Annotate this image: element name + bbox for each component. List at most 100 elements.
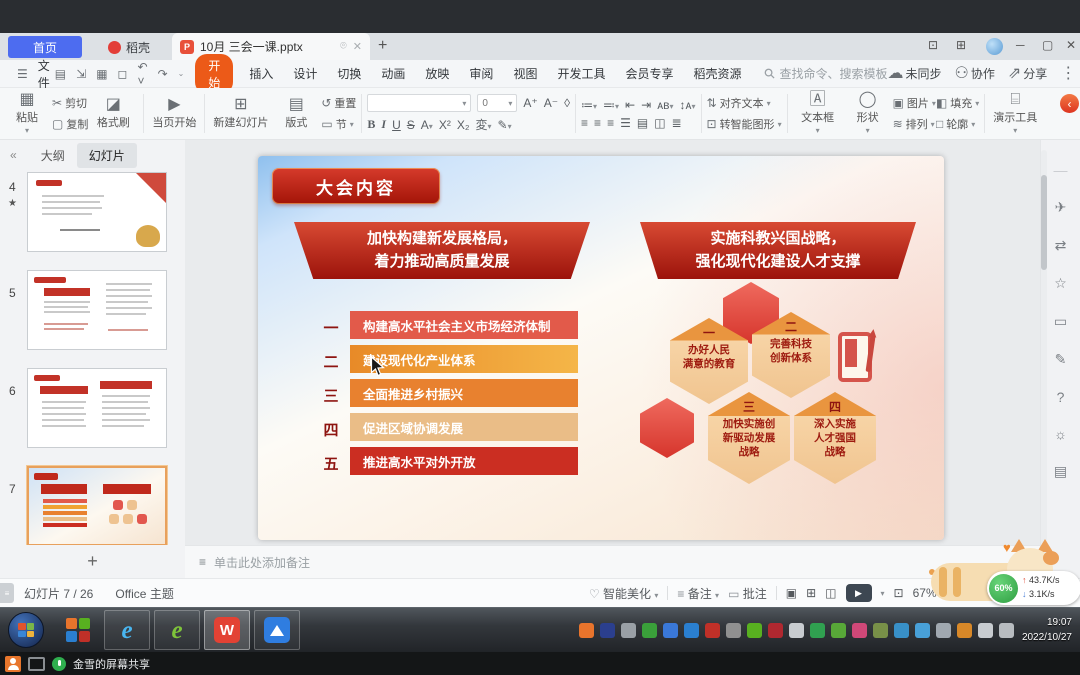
rail-cast-icon[interactable]: ▭ (1054, 313, 1067, 330)
sorter-view-icon[interactable]: ⊞ (806, 586, 816, 600)
list-item-3[interactable]: 全面推进乡村振兴 (350, 379, 578, 407)
close-button[interactable]: ✕ (1066, 38, 1076, 52)
decrease-indent-button[interactable]: ⇤ (625, 98, 635, 112)
comments-button[interactable]: ▭ 批注 (728, 585, 767, 602)
menu-tab-docer-res[interactable]: 稻壳资源 (693, 65, 741, 82)
layout-button[interactable]: ▤版式 (271, 90, 321, 137)
more-quick-icon[interactable]: ⌄ (178, 69, 185, 78)
notes-bar[interactable]: ≡ 单击此处添加备注 (185, 545, 1040, 578)
reading-view-icon[interactable]: ◫ (825, 586, 836, 600)
menu-tab-insert[interactable]: 插入 (249, 65, 273, 82)
tray-display[interactable] (936, 623, 951, 638)
copy-button[interactable]: ▢复制 (52, 116, 88, 132)
grid-view-icon[interactable]: ⊞ (956, 38, 966, 52)
rail-reference-icon[interactable]: ▤ (1054, 463, 1067, 480)
arrange-button[interactable]: ≋排列▾ (893, 116, 936, 132)
new-tab-button[interactable]: + (378, 37, 387, 55)
distribute-button[interactable]: ▤ (637, 116, 648, 130)
clear-format-button[interactable]: ◊ (564, 96, 570, 110)
new-slide-button[interactable]: ⊞新建幻灯片 (210, 90, 271, 137)
tray-blue[interactable] (894, 623, 909, 638)
theme-name[interactable]: Office 主题 (115, 585, 173, 602)
columns-button[interactable]: ◫ (654, 116, 665, 130)
tray-app-s[interactable] (579, 623, 594, 638)
tray-help[interactable] (600, 623, 615, 638)
outline-button[interactable]: □轮廓▾ (936, 116, 979, 132)
normal-view-icon[interactable]: ▣ (786, 586, 797, 600)
start-button[interactable] (8, 612, 44, 648)
taskbar-meeting[interactable] (254, 610, 300, 650)
thumbnail-slide-4[interactable] (27, 172, 167, 252)
hexagon-item-4[interactable]: 四 深入实施 人才强国 战略 (794, 392, 876, 484)
tray-flag[interactable] (978, 623, 993, 638)
comment-bubble-icon[interactable]: ⌾ (340, 40, 347, 53)
command-search-input[interactable]: 查找命令、搜索模板 (764, 65, 888, 82)
slide-7[interactable]: 大会内容 加快构建新发展格局， 着力推动高质量发展 一 构建高水平社会主义市场经… (258, 156, 944, 540)
menu-tab-slideshow[interactable]: 放映 (425, 65, 449, 82)
rail-adjust-icon[interactable]: ⇄ (1055, 237, 1067, 254)
collapse-panel-icon[interactable]: « (10, 148, 17, 162)
menu-tab-design[interactable]: 设计 (293, 65, 317, 82)
increase-indent-button[interactable]: ⇥ (641, 98, 651, 112)
tray-clock[interactable] (915, 623, 930, 638)
undo-icon[interactable]: ↶ ˅ (138, 60, 148, 88)
align-center-button[interactable]: ≡ (594, 116, 601, 130)
export-icon[interactable]: ⇲ (76, 67, 86, 81)
increase-font-button[interactable]: A⁺ (523, 96, 537, 110)
list-item-5[interactable]: 推进高水平对外开放 (350, 447, 578, 475)
share-button[interactable]: ⇗分享 (1008, 65, 1047, 82)
picture-button[interactable]: ▣图片▾ (893, 95, 936, 111)
rail-effects-icon[interactable]: ☆ (1054, 275, 1067, 292)
menu-tab-animation[interactable]: 动画 (381, 65, 405, 82)
justify-button[interactable]: ☰ (620, 116, 631, 130)
tab-docer[interactable]: 稻壳 (88, 36, 170, 58)
thumbnail-slide-7[interactable] (27, 466, 167, 546)
list-extra-button[interactable]: ≣ (672, 116, 682, 130)
subscript-button[interactable]: X₂ (457, 118, 470, 132)
font-family-select[interactable]: ▾ (367, 94, 471, 112)
desktop-pet-widget[interactable]: ♥ 60% ↑ 43.7K/s ↓ 3.1K/s (925, 543, 1080, 607)
rail-share-play-icon[interactable]: ✈ (1055, 199, 1067, 216)
tab-slides[interactable]: 幻灯片 (77, 143, 137, 168)
taskbar-app-colorgrid[interactable] (56, 611, 100, 649)
add-slide-button[interactable]: + (0, 545, 185, 578)
italic-button[interactable]: I (381, 117, 386, 132)
strikethrough-button[interactable]: S (407, 118, 415, 132)
menu-tab-transition[interactable]: 切换 (337, 65, 361, 82)
thumbnail-slide-5[interactable] (27, 270, 167, 350)
layout-switch-icon[interactable]: ⊡ (928, 38, 938, 52)
tray-green-dot[interactable] (810, 623, 825, 638)
beautify-button[interactable]: ♡ 智能美化 ▾ (589, 585, 658, 602)
side-collapse-handle[interactable]: ‹ (1060, 94, 1079, 113)
tray-av[interactable] (768, 623, 783, 638)
shapes-button[interactable]: ◯形状▾ (843, 90, 893, 137)
redo-icon[interactable]: ↷ (158, 67, 168, 81)
menu-file[interactable]: ☰文件 (12, 57, 50, 91)
underline-button[interactable]: U (392, 118, 401, 132)
user-avatar[interactable] (986, 38, 1003, 55)
tray-network[interactable] (999, 623, 1014, 638)
text-direction-button[interactable]: ᴀʙ▾ (657, 98, 673, 112)
numbered-list-button[interactable]: ≕▾ (603, 98, 619, 112)
tab-home[interactable]: 首页 (8, 36, 82, 58)
to-smart-graphic-button[interactable]: ⊡转智能图形▾ (707, 116, 782, 132)
text-box-button[interactable]: 🄰文本框▾ (793, 90, 843, 137)
tray-input[interactable] (873, 623, 888, 638)
phonetic-button[interactable]: 変▾ (475, 116, 491, 133)
preview-icon[interactable]: ◻ (118, 67, 128, 81)
scrollbar-thumb[interactable] (1041, 175, 1047, 270)
rail-skill-icon[interactable]: ☼ (1054, 426, 1067, 442)
highlight-button[interactable]: ✎▾ (498, 118, 512, 132)
play-from-current-button[interactable]: ▶当页开始 (149, 90, 199, 137)
speed-ball[interactable]: 60% (989, 574, 1018, 603)
tray-volume[interactable] (789, 623, 804, 638)
list-item-1[interactable]: 构建高水平社会主义市场经济体制 (350, 311, 578, 339)
fill-button[interactable]: ◧填充▾ (936, 95, 979, 111)
tray-browser[interactable] (684, 623, 699, 638)
rail-image-edit-icon[interactable]: ✎ (1055, 351, 1067, 368)
list-item-4[interactable]: 促进区域协调发展 (350, 413, 578, 441)
tray-disk[interactable] (726, 623, 741, 638)
align-text-button[interactable]: ⇅对齐文本▾ (707, 95, 782, 111)
tab-outline[interactable]: 大纲 (29, 143, 77, 168)
rail-help-icon[interactable]: ? (1057, 389, 1065, 405)
